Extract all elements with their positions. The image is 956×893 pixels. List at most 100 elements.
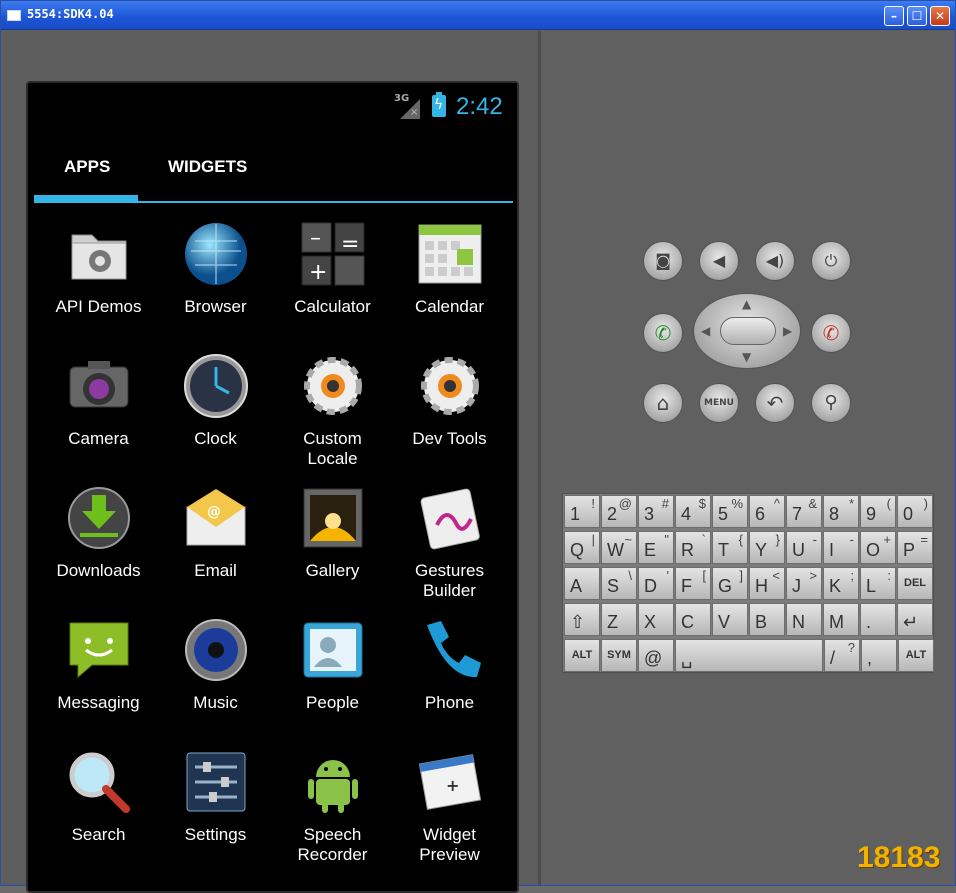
key-s[interactable]: S \ xyxy=(601,567,637,600)
dpad-down-icon[interactable]: ▼ xyxy=(742,350,751,364)
key-z[interactable]: Z xyxy=(601,603,637,636)
app-calculator[interactable]: – = + Calculator xyxy=(274,215,391,345)
app-phone[interactable]: Phone xyxy=(391,611,508,741)
email-icon: @ xyxy=(186,489,246,546)
app-clock[interactable]: Clock xyxy=(157,347,274,477)
key-e[interactable]: E " xyxy=(638,531,674,564)
search-button[interactable]: ⚲ xyxy=(811,383,851,423)
app-label: Dev Tools xyxy=(412,429,487,448)
app-api-demos[interactable]: API Demos xyxy=(40,215,157,345)
app-search[interactable]: Search xyxy=(40,743,157,873)
dpad-left-icon[interactable]: ◀ xyxy=(701,324,710,338)
key-n[interactable]: N xyxy=(786,603,822,636)
app-speech-recorder[interactable]: Speech Recorder xyxy=(274,743,391,873)
dpad-center-button[interactable] xyxy=(720,317,776,345)
title-bar[interactable]: 5554:SDK4.04 – ☐ ✕ xyxy=(1,1,955,30)
menu-button[interactable]: MENU xyxy=(699,383,739,423)
key-m[interactable]: M xyxy=(823,603,859,636)
app-custom-locale[interactable]: Custom Locale xyxy=(274,347,391,477)
key-v[interactable]: V xyxy=(712,603,748,636)
globe-icon xyxy=(185,223,247,285)
key-7[interactable]: 7 & xyxy=(786,495,822,528)
key-h[interactable]: H < xyxy=(749,567,785,600)
key-y[interactable]: Y} xyxy=(749,531,785,564)
app-music[interactable]: Music xyxy=(157,611,274,741)
call-button[interactable]: ✆ xyxy=(643,313,683,353)
dpad-up-icon[interactable]: ▲ xyxy=(742,297,751,311)
key-j[interactable]: J > xyxy=(786,567,822,600)
app-settings[interactable]: Settings xyxy=(157,743,274,873)
key-del[interactable]: DEL xyxy=(897,567,933,600)
hardware-keyboard: 1! 2 @3 #4 $5% 6 ^ 7 & 8 * 9(0) Q | W ~ E " R ` T{Y} U - I - O + P =… xyxy=(562,493,934,673)
key-5[interactable]: 5% xyxy=(712,495,748,528)
key-1[interactable]: 1! xyxy=(564,495,600,528)
app-browser[interactable]: Browser xyxy=(157,215,274,345)
key-a[interactable]: A xyxy=(564,567,600,600)
key-2[interactable]: 2 @ xyxy=(601,495,637,528)
key-comma[interactable]: , xyxy=(861,639,897,672)
dpad[interactable]: ▲ ▼ ◀ ▶ xyxy=(693,293,801,369)
battery-charging-icon: ϟ xyxy=(432,92,446,117)
key-9[interactable]: 9( xyxy=(860,495,896,528)
key-r[interactable]: R ` xyxy=(675,531,711,564)
key-w[interactable]: W ~ xyxy=(601,531,637,564)
key-at[interactable]: @ xyxy=(638,639,674,672)
app-widget-preview[interactable]: + Widget Preview xyxy=(391,743,508,873)
key-c[interactable]: C xyxy=(675,603,711,636)
tab-apps[interactable]: APPS xyxy=(64,157,110,177)
key-alt-right[interactable]: ALT xyxy=(898,639,934,672)
minimize-button[interactable]: – xyxy=(884,6,904,26)
app-label: Gallery xyxy=(305,561,360,580)
app-downloads[interactable]: Downloads xyxy=(40,479,157,609)
app-messaging[interactable]: Messaging xyxy=(40,611,157,741)
key-sym[interactable]: SYM xyxy=(601,639,637,672)
key-enter[interactable]: ↵ xyxy=(897,603,933,636)
app-people[interactable]: People xyxy=(274,611,391,741)
key-k[interactable]: K; xyxy=(823,567,859,600)
volume-down-button[interactable]: ◀ xyxy=(699,241,739,281)
key-4[interactable]: 4 $ xyxy=(675,495,711,528)
key-u[interactable]: U- xyxy=(786,531,822,564)
app-camera[interactable]: Camera xyxy=(40,347,157,477)
key-g[interactable]: G] xyxy=(712,567,748,600)
key-alt-left[interactable]: ALT xyxy=(564,639,600,672)
status-time: 2:42 xyxy=(456,93,503,120)
key-d[interactable]: D ' xyxy=(638,567,674,600)
app-calendar[interactable]: Calendar xyxy=(391,215,508,345)
key-b[interactable]: B xyxy=(749,603,785,636)
key-x[interactable]: X xyxy=(638,603,674,636)
download-icon xyxy=(68,487,130,549)
back-button[interactable]: ↶ xyxy=(755,383,795,423)
key-slash[interactable]: /? xyxy=(824,639,860,672)
volume-up-button[interactable]: ◀) xyxy=(755,241,795,281)
power-button[interactable]: ⏻ xyxy=(811,241,851,281)
key-8[interactable]: 8 * xyxy=(823,495,859,528)
app-email[interactable]: @ Email xyxy=(157,479,274,609)
app-label: Music xyxy=(193,693,238,712)
key-space[interactable]: ␣ xyxy=(675,639,823,672)
camera-button[interactable]: ◙ xyxy=(643,241,683,281)
end-call-button[interactable]: ✆ xyxy=(811,313,851,353)
tab-underline xyxy=(34,201,513,203)
key-p[interactable]: P = xyxy=(897,531,933,564)
key-3[interactable]: 3 # xyxy=(638,495,674,528)
key-0[interactable]: 0) xyxy=(897,495,933,528)
key-6[interactable]: 6 ^ xyxy=(749,495,785,528)
key-f[interactable]: F[ xyxy=(675,567,711,600)
key-q[interactable]: Q | xyxy=(564,531,600,564)
key-o[interactable]: O + xyxy=(860,531,896,564)
key-.[interactable]: . xyxy=(860,603,896,636)
app-label: Custom Locale xyxy=(303,429,362,468)
app-dev-tools[interactable]: Dev Tools xyxy=(391,347,508,477)
close-button[interactable]: ✕ xyxy=(930,6,950,26)
app-gestures-builder[interactable]: Gestures Builder xyxy=(391,479,508,609)
key-shift[interactable]: ⇧ xyxy=(564,603,600,636)
dpad-right-icon[interactable]: ▶ xyxy=(783,324,792,338)
key-l[interactable]: L: xyxy=(860,567,896,600)
home-button[interactable]: ⌂ xyxy=(643,383,683,423)
key-i[interactable]: I- xyxy=(823,531,859,564)
key-t[interactable]: T{ xyxy=(712,531,748,564)
app-gallery[interactable]: Gallery xyxy=(274,479,391,609)
maximize-button[interactable]: ☐ xyxy=(907,6,927,26)
tab-widgets[interactable]: WIDGETS xyxy=(168,157,247,177)
